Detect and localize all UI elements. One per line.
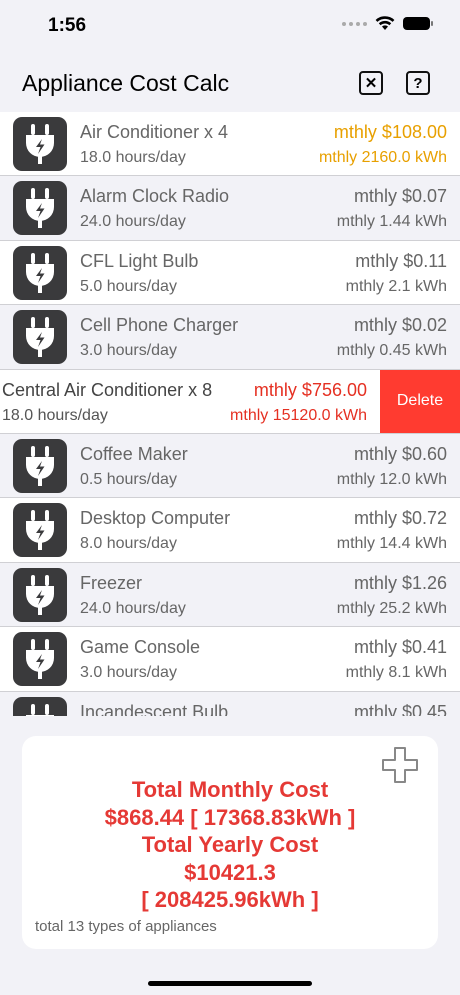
appliance-hours: 18.0 hours/day [80,149,186,166]
appliance-hours: 3.0 hours/day [80,664,177,682]
signal-icon [342,21,367,26]
appliance-name: Central Air Conditioner x 8 [2,379,213,400]
plug-icon [13,245,67,300]
appliance-name: Desktop Computer [80,508,231,529]
appliance-monthly-cost: mthly $0.72 [353,508,447,529]
appliance-count: total 13 types of appliances [35,918,217,935]
appliance-monthly-kwh: mthly 0.45 kWh [336,342,447,360]
list-item[interactable]: Incandescent Bulb mthly $0.45 [0,691,460,716]
list-item[interactable]: Game Console 3.0 hours/day mthly $0.41 m… [0,627,460,692]
appliance-hours: 8.0 hours/day [80,535,177,553]
totals-panel: Total Monthly Cost $868.44 [ 17368.83kWh… [22,736,438,949]
status-time: 1:56 [48,15,87,36]
appliance-name: Alarm Clock Radio [80,186,230,207]
appliance-monthly-kwh: mthly 2160.0 kWh [318,149,447,166]
delete-button[interactable]: Delete [380,369,460,433]
plug-icon [13,696,67,716]
list-item[interactable]: Desktop Computer 8.0 hours/day mthly $0.… [0,498,460,563]
appliance-name: Air Conditioner x 4 [80,122,229,142]
appliance-monthly-cost: mthly $0.41 [353,637,447,658]
battery-icon [403,17,433,30]
yearly-heading: Total Yearly Cost [141,832,319,857]
yearly-kwh: [ 208425.96kWh ] [141,887,319,912]
plug-icon [13,117,67,171]
appliance-monthly-cost: mthly $0.02 [353,315,447,336]
appliance-name: Coffee Maker [80,444,188,464]
plug-icon [13,310,67,365]
list-item[interactable]: Freezer 24.0 hours/day mthly $1.26 mthly… [0,562,460,628]
list-item[interactable]: Alarm Clock Radio 24.0 hours/day mthly $… [0,176,460,241]
page-title: Appliance Cost Calc [22,70,230,96]
plug-icon [13,632,67,687]
yearly-cost: $10421.3 [184,859,276,885]
plug-icon [13,567,67,622]
plug-icon [13,439,67,493]
appliance-monthly-kwh: mthly 1.44 kWh [336,213,447,231]
appliance-hours: 24.0 hours/day [80,599,186,617]
appliance-monthly-cost: mthly $1.26 [353,572,447,593]
appliance-monthly-kwh: mthly 14.4 kWh [336,535,447,553]
status-icons [342,16,433,31]
appliance-monthly-cost: mthly $108.00 [333,122,447,142]
appliance-monthly-kwh: mthly 25.2 kWh [336,599,447,617]
list-item[interactable]: Coffee Maker 0.5 hours/day mthly $0.60 m… [0,434,460,499]
appliance-hours: 3.0 hours/day [80,342,177,360]
list-item-swiped[interactable]: Central Air Conditioner x 8 18.0 hours/d… [0,369,460,434]
appliance-name: Freezer [80,572,143,593]
status-bar: 1:56 [0,0,460,54]
list-item[interactable]: Cell Phone Charger 3.0 hours/day mthly $… [0,305,460,370]
appliance-monthly-kwh: mthly 15120.0 kWh [230,406,367,424]
appliance-monthly-cost: mthly $0.07 [353,186,447,207]
appliance-monthly-cost: mthly $756.00 [253,379,367,400]
appliance-list[interactable]: Air Conditioner x 4 18.0 hours/day mthly… [0,112,460,716]
help-button[interactable]: ? [406,71,430,95]
appliance-hours: 18.0 hours/day [2,406,108,424]
appliance-monthly-cost: mthly $0.45 [353,701,447,716]
clear-all-button[interactable]: ✕ [359,71,383,95]
appliance-name: Cell Phone Charger [80,315,239,336]
appliance-hours: 5.0 hours/day [80,277,177,295]
list-item[interactable]: CFL Light Bulb 5.0 hours/day mthly $0.11… [0,240,460,306]
monthly-total: $868.44 [ 17368.83kWh ] [104,804,356,830]
list-item[interactable]: Air Conditioner x 4 18.0 hours/day mthly… [0,112,460,177]
plug-icon [13,181,67,236]
nav-bar: Appliance Cost Calc ✕ ? [0,54,460,112]
wifi-icon [375,16,395,30]
appliance-monthly-cost: mthly $0.11 [355,250,447,271]
home-indicator[interactable] [148,981,312,986]
appliance-monthly-kwh: mthly 2.1 kWh [345,277,447,295]
appliance-hours: 24.0 hours/day [80,213,186,231]
appliance-monthly-cost: mthly $0.60 [353,444,447,464]
plug-icon [13,503,67,558]
appliance-name: CFL Light Bulb [80,250,199,271]
appliance-hours: 0.5 hours/day [80,471,177,488]
monthly-heading: Total Monthly Cost [131,777,329,802]
appliance-name: Game Console [80,637,201,658]
appliance-monthly-kwh: mthly 8.1 kWh [345,664,447,682]
appliance-monthly-kwh: mthly 12.0 kWh [336,471,447,488]
appliance-name: Incandescent Bulb [80,701,229,716]
totals-text: Total Monthly Cost $868.44 [ 17368.83kWh… [22,776,438,914]
